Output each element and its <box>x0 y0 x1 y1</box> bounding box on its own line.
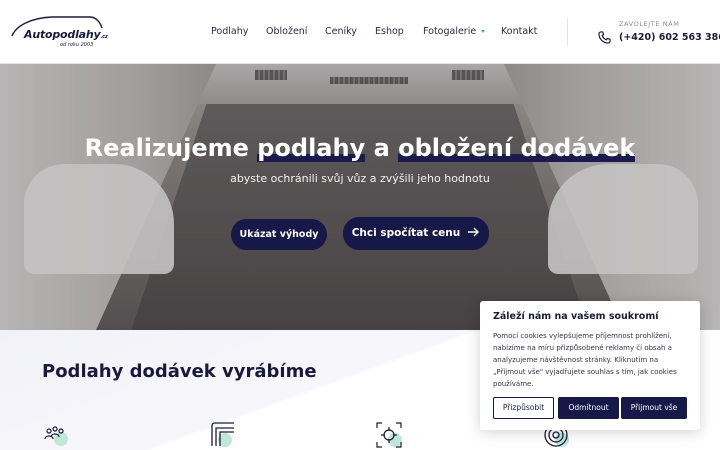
phone-icon[interactable] <box>598 31 611 44</box>
team-stars-icon <box>44 426 68 446</box>
nav-item-eshop[interactable]: Eshop <box>375 26 404 37</box>
logo-text: Autopodlahy.cz <box>24 28 108 41</box>
floor-corner-icon <box>211 422 234 447</box>
chevron-down-icon <box>481 30 486 33</box>
customize-cookies-button[interactable]: Přizpůsobit <box>493 397 554 419</box>
cookie-consent-dialog: Záleží nám na vašem soukromí Pomocí cook… <box>480 301 700 430</box>
hero-overlay <box>0 64 720 330</box>
reject-cookies-button[interactable]: Odmítnout <box>558 397 619 419</box>
arrow-right-icon <box>468 227 480 237</box>
nav-item-ceniky[interactable]: Ceníky <box>325 26 357 37</box>
header-divider <box>567 18 568 46</box>
nav-item-podlahy[interactable]: Podlahy <box>211 26 248 37</box>
show-benefits-button[interactable]: Ukázat výhody <box>231 219 327 250</box>
calculate-price-label: Chci spočítat cenu <box>351 227 461 239</box>
site-header: Autopodlahy.cz od roku 2003 Podlahy Oblo… <box>0 0 720 64</box>
accept-all-cookies-button[interactable]: Přijmout vše <box>621 397 687 419</box>
nav-item-fotogalerie-label: Fotogalerie <box>423 26 477 37</box>
logo[interactable]: Autopodlahy.cz od roku 2003 <box>10 14 110 50</box>
target-measure-icon <box>376 422 402 448</box>
nav-item-oblozeni[interactable]: Obložení <box>266 26 307 37</box>
phone-number[interactable]: (+420) 602 563 386 <box>619 32 720 43</box>
phone-label: ZAVOLEJTE NÁM <box>619 20 680 28</box>
hero-banner: Realizujeme podlahy a obložení dodávek a… <box>0 64 720 330</box>
nav-item-kontakt[interactable]: Kontakt <box>501 26 537 37</box>
nav-item-fotogalerie[interactable]: Fotogalerie <box>423 26 486 37</box>
cookie-title: Záleží nám na vašem soukromí <box>493 311 659 322</box>
hero-subtitle: abyste ochránili svůj vůz a zvýšili jeho… <box>230 172 490 185</box>
logo-tagline: od roku 2003 <box>60 42 94 48</box>
cookie-text: Pomocí cookies vylepšujeme příjemnost pr… <box>493 332 677 388</box>
calculate-price-button[interactable]: Chci spočítat cenu <box>343 217 489 250</box>
section-title: Podlahy dodávek vyrábíme <box>42 361 317 382</box>
hero-title: Realizujeme podlahy a obložení dodávek <box>84 134 636 162</box>
